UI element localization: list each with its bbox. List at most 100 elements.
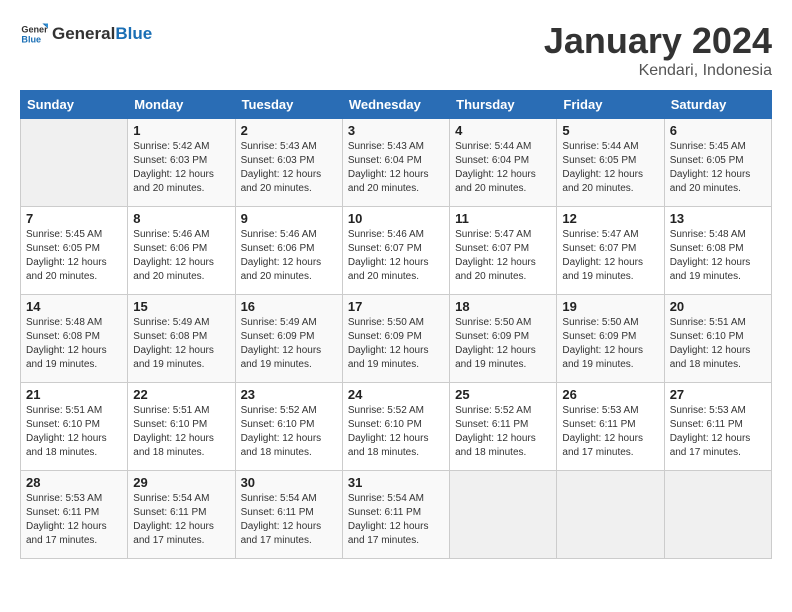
calendar-cell: 5 Sunrise: 5:44 AM Sunset: 6:05 PM Daylig… [557, 119, 664, 207]
calendar-cell: 30 Sunrise: 5:54 AM Sunset: 6:11 PM Dayli… [235, 471, 342, 559]
calendar-week-row: 28 Sunrise: 5:53 AM Sunset: 6:11 PM Dayli… [21, 471, 772, 559]
day-info: Sunrise: 5:50 AM Sunset: 6:09 PM Dayligh… [562, 316, 658, 372]
day-number: 8 [133, 211, 229, 226]
day-number: 26 [562, 387, 658, 402]
calendar-cell: 6 Sunrise: 5:45 AM Sunset: 6:05 PM Daylig… [664, 119, 771, 207]
day-info: Sunrise: 5:52 AM Sunset: 6:10 PM Dayligh… [348, 404, 444, 460]
day-number: 21 [26, 387, 122, 402]
calendar-cell: 8 Sunrise: 5:46 AM Sunset: 6:06 PM Daylig… [128, 207, 235, 295]
logo-text: GeneralBlue [52, 25, 152, 44]
calendar-cell [664, 471, 771, 559]
day-info: Sunrise: 5:46 AM Sunset: 6:07 PM Dayligh… [348, 228, 444, 284]
page-header: General Blue GeneralBlue January 2024 Ke… [20, 20, 772, 80]
day-info: Sunrise: 5:44 AM Sunset: 6:04 PM Dayligh… [455, 140, 551, 196]
svg-text:General: General [21, 25, 48, 35]
calendar-header-row: SundayMondayTuesdayWednesdayThursdayFrid… [21, 91, 772, 119]
calendar-week-row: 1Sunrise: 5:42 AM Sunset: 6:03 PM Daylig… [21, 119, 772, 207]
calendar-cell: 26 Sunrise: 5:53 AM Sunset: 6:11 PM Dayli… [557, 383, 664, 471]
calendar-cell: 20 Sunrise: 5:51 AM Sunset: 6:10 PM Dayli… [664, 295, 771, 383]
calendar-cell: 13 Sunrise: 5:48 AM Sunset: 6:08 PM Dayli… [664, 207, 771, 295]
day-number: 9 [241, 211, 337, 226]
calendar-cell: 4Sunrise: 5:44 AM Sunset: 6:04 PM Daylig… [450, 119, 557, 207]
day-info: Sunrise: 5:44 AM Sunset: 6:05 PM Dayligh… [562, 140, 658, 196]
day-info: Sunrise: 5:49 AM Sunset: 6:08 PM Dayligh… [133, 316, 229, 372]
calendar-cell: 16Sunrise: 5:49 AM Sunset: 6:09 PM Dayli… [235, 295, 342, 383]
calendar-cell: 27Sunrise: 5:53 AM Sunset: 6:11 PM Dayli… [664, 383, 771, 471]
day-number: 31 [348, 475, 444, 490]
calendar-table: SundayMondayTuesdayWednesdayThursdayFrid… [20, 90, 772, 559]
day-info: Sunrise: 5:47 AM Sunset: 6:07 PM Dayligh… [455, 228, 551, 284]
day-number: 2 [241, 123, 337, 138]
day-info: Sunrise: 5:48 AM Sunset: 6:08 PM Dayligh… [670, 228, 766, 284]
day-number: 3 [348, 123, 444, 138]
calendar-cell: 28 Sunrise: 5:53 AM Sunset: 6:11 PM Dayli… [21, 471, 128, 559]
calendar-title: January 2024 [544, 20, 772, 62]
day-info: Sunrise: 5:52 AM Sunset: 6:11 PM Dayligh… [455, 404, 551, 460]
day-info: Sunrise: 5:51 AM Sunset: 6:10 PM Dayligh… [670, 316, 766, 372]
day-number: 5 [562, 123, 658, 138]
calendar-week-row: 21 Sunrise: 5:51 AM Sunset: 6:10 PM Dayli… [21, 383, 772, 471]
calendar-cell: 14Sunrise: 5:48 AM Sunset: 6:08 PM Dayli… [21, 295, 128, 383]
svg-text:Blue: Blue [21, 34, 41, 44]
calendar-cell: 17Sunrise: 5:50 AM Sunset: 6:09 PM Dayli… [342, 295, 449, 383]
day-number: 25 [455, 387, 551, 402]
day-info: Sunrise: 5:49 AM Sunset: 6:09 PM Dayligh… [241, 316, 337, 372]
day-number: 20 [670, 299, 766, 314]
calendar-subtitle: Kendari, Indonesia [544, 62, 772, 80]
day-info: Sunrise: 5:43 AM Sunset: 6:04 PM Dayligh… [348, 140, 444, 196]
day-info: Sunrise: 5:47 AM Sunset: 6:07 PM Dayligh… [562, 228, 658, 284]
day-number: 18 [455, 299, 551, 314]
logo-general: General [52, 24, 115, 43]
header-thursday: Thursday [450, 91, 557, 119]
day-info: Sunrise: 5:46 AM Sunset: 6:06 PM Dayligh… [241, 228, 337, 284]
day-number: 10 [348, 211, 444, 226]
day-info: Sunrise: 5:48 AM Sunset: 6:08 PM Dayligh… [26, 316, 122, 372]
day-number: 17 [348, 299, 444, 314]
calendar-body: 1Sunrise: 5:42 AM Sunset: 6:03 PM Daylig… [21, 119, 772, 559]
day-number: 13 [670, 211, 766, 226]
calendar-cell: 19 Sunrise: 5:50 AM Sunset: 6:09 PM Dayli… [557, 295, 664, 383]
calendar-cell [557, 471, 664, 559]
calendar-week-row: 14Sunrise: 5:48 AM Sunset: 6:08 PM Dayli… [21, 295, 772, 383]
calendar-cell: 29Sunrise: 5:54 AM Sunset: 6:11 PM Dayli… [128, 471, 235, 559]
day-info: Sunrise: 5:51 AM Sunset: 6:10 PM Dayligh… [26, 404, 122, 460]
calendar-cell: 15Sunrise: 5:49 AM Sunset: 6:08 PM Dayli… [128, 295, 235, 383]
day-number: 12 [562, 211, 658, 226]
day-number: 28 [26, 475, 122, 490]
day-info: Sunrise: 5:46 AM Sunset: 6:06 PM Dayligh… [133, 228, 229, 284]
day-info: Sunrise: 5:43 AM Sunset: 6:03 PM Dayligh… [241, 140, 337, 196]
day-number: 7 [26, 211, 122, 226]
day-number: 19 [562, 299, 658, 314]
day-number: 22 [133, 387, 229, 402]
logo-icon: General Blue [20, 20, 48, 48]
day-info: Sunrise: 5:45 AM Sunset: 6:05 PM Dayligh… [670, 140, 766, 196]
calendar-cell: 3 Sunrise: 5:43 AM Sunset: 6:04 PM Daylig… [342, 119, 449, 207]
day-number: 30 [241, 475, 337, 490]
calendar-cell: 7 Sunrise: 5:45 AM Sunset: 6:05 PM Daylig… [21, 207, 128, 295]
day-info: Sunrise: 5:54 AM Sunset: 6:11 PM Dayligh… [348, 492, 444, 548]
day-info: Sunrise: 5:53 AM Sunset: 6:11 PM Dayligh… [562, 404, 658, 460]
day-info: Sunrise: 5:51 AM Sunset: 6:10 PM Dayligh… [133, 404, 229, 460]
title-block: January 2024 Kendari, Indonesia [544, 20, 772, 80]
day-number: 24 [348, 387, 444, 402]
calendar-week-row: 7 Sunrise: 5:45 AM Sunset: 6:05 PM Daylig… [21, 207, 772, 295]
day-info: Sunrise: 5:45 AM Sunset: 6:05 PM Dayligh… [26, 228, 122, 284]
calendar-cell: 31 Sunrise: 5:54 AM Sunset: 6:11 PM Dayli… [342, 471, 449, 559]
calendar-cell: 10 Sunrise: 5:46 AM Sunset: 6:07 PM Dayli… [342, 207, 449, 295]
day-info: Sunrise: 5:54 AM Sunset: 6:11 PM Dayligh… [241, 492, 337, 548]
calendar-cell [21, 119, 128, 207]
calendar-cell: 11Sunrise: 5:47 AM Sunset: 6:07 PM Dayli… [450, 207, 557, 295]
calendar-cell: 18Sunrise: 5:50 AM Sunset: 6:09 PM Dayli… [450, 295, 557, 383]
logo-blue: Blue [115, 24, 152, 43]
header-tuesday: Tuesday [235, 91, 342, 119]
day-number: 29 [133, 475, 229, 490]
calendar-cell: 24 Sunrise: 5:52 AM Sunset: 6:10 PM Dayli… [342, 383, 449, 471]
day-number: 6 [670, 123, 766, 138]
day-info: Sunrise: 5:52 AM Sunset: 6:10 PM Dayligh… [241, 404, 337, 460]
day-info: Sunrise: 5:53 AM Sunset: 6:11 PM Dayligh… [26, 492, 122, 548]
calendar-cell [450, 471, 557, 559]
logo: General Blue GeneralBlue [20, 20, 152, 48]
header-saturday: Saturday [664, 91, 771, 119]
day-number: 1 [133, 123, 229, 138]
header-monday: Monday [128, 91, 235, 119]
